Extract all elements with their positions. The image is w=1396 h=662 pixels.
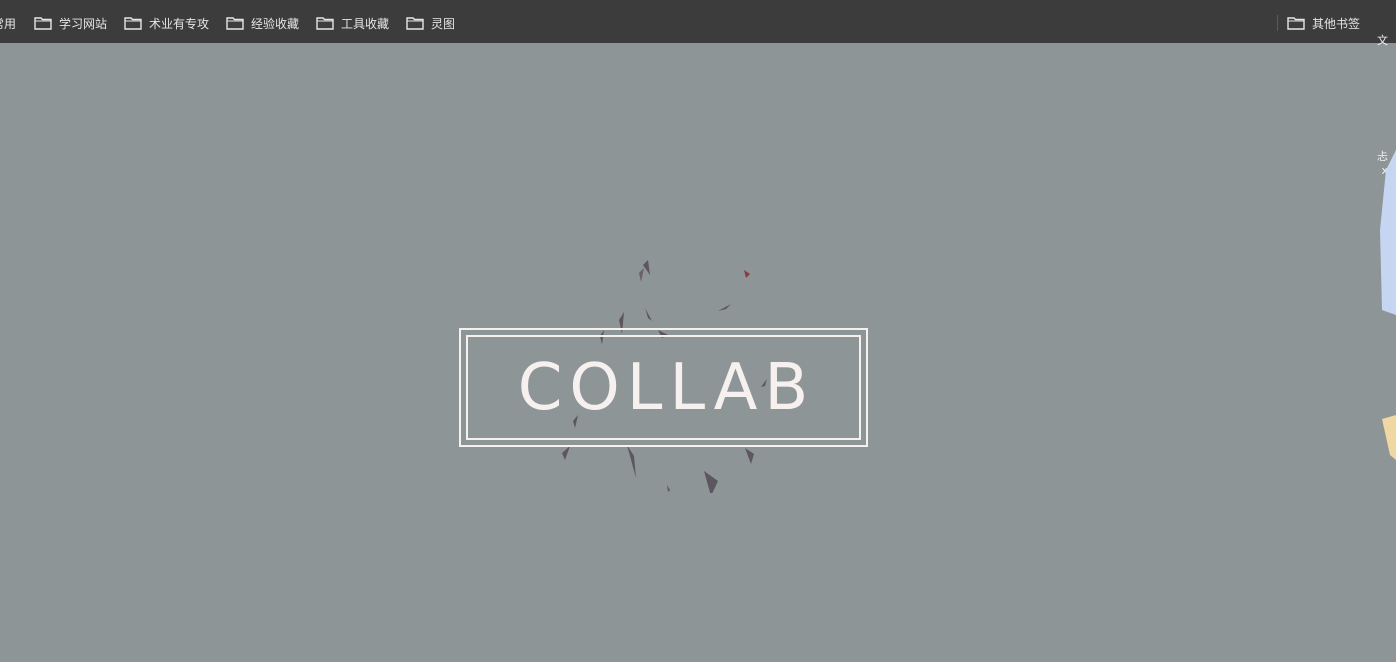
other-bookmarks-folder[interactable]: 其他书签 bbox=[1287, 12, 1360, 34]
bookmark-folder-6[interactable]: 灵图 bbox=[406, 12, 455, 34]
folder-icon bbox=[1287, 17, 1305, 30]
page-stage: COLLAB bbox=[0, 43, 1396, 662]
side-panel-glyph-top: 文 bbox=[1377, 34, 1388, 47]
bookmark-folder-1[interactable]: 常用 bbox=[0, 12, 16, 34]
bookmark-label: 术业有专攻 bbox=[149, 16, 210, 31]
bookmarks-divider bbox=[1277, 15, 1278, 31]
shard bbox=[645, 308, 652, 321]
shard bbox=[627, 445, 636, 478]
shard bbox=[745, 448, 754, 464]
folder-icon bbox=[226, 17, 244, 30]
bookmark-label: 常用 bbox=[0, 16, 17, 31]
bookmark-folder-5[interactable]: 工具收藏 bbox=[316, 12, 389, 34]
folder-icon bbox=[34, 17, 52, 30]
bookmark-label: 学习网站 bbox=[59, 16, 108, 31]
folder-icon bbox=[124, 17, 142, 30]
bookmark-label: 经验收藏 bbox=[251, 16, 300, 31]
shard bbox=[562, 446, 570, 460]
shard bbox=[744, 270, 750, 278]
folder-icon bbox=[406, 17, 424, 30]
bookmark-label: 其他书签 bbox=[1312, 16, 1361, 31]
bookmark-label: 工具收藏 bbox=[341, 16, 390, 31]
bookmark-label: 灵图 bbox=[431, 16, 456, 31]
shard bbox=[639, 268, 644, 282]
logo-frame-inner: COLLAB bbox=[466, 335, 861, 440]
bookmarks-bar: 常用 学习网站 术业有专攻 经验收藏 工具收藏 灵 bbox=[0, 0, 1396, 43]
shard bbox=[704, 471, 718, 493]
side-panel: 文 忐 x bbox=[1376, 30, 1396, 662]
bookmark-folder-4[interactable]: 经验收藏 bbox=[226, 12, 299, 34]
shard bbox=[667, 485, 670, 492]
side-panel-tab-edge bbox=[1382, 415, 1396, 460]
bookmark-folder-2[interactable]: 学习网站 bbox=[34, 12, 107, 34]
shard bbox=[643, 260, 650, 275]
bookmark-folder-3[interactable]: 术业有专攻 bbox=[124, 12, 209, 34]
side-panel-image-edge bbox=[1380, 150, 1396, 315]
logo-text: COLLAB bbox=[517, 350, 816, 425]
shard bbox=[718, 304, 731, 311]
folder-icon bbox=[316, 17, 334, 30]
